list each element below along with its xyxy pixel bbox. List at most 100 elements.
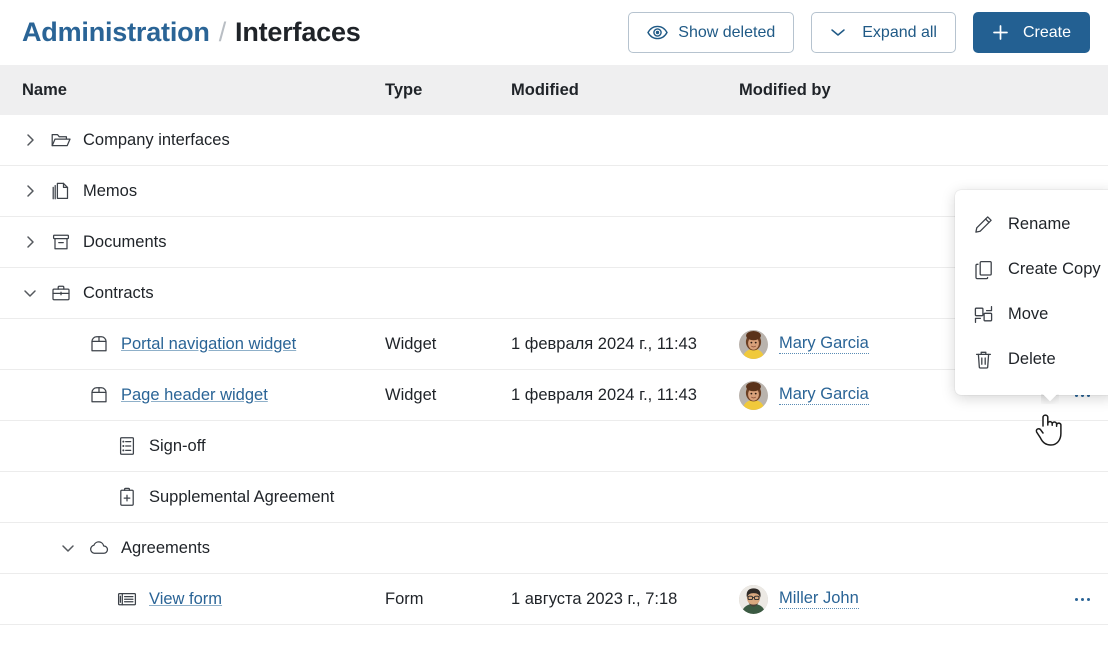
clipboard-plus-icon [116,486,138,508]
row-label[interactable]: Portal navigation widget [121,335,296,354]
show-deleted-label: Show deleted [678,23,776,41]
row-name-cell: Sign-off [0,435,385,457]
tree-toggle-placeholder [60,387,76,403]
row-modified-by: Miller John [739,584,1056,614]
row-modified: 1 февраля 2024 г., 11:43 [511,334,697,353]
widget-box-icon [88,384,110,406]
move-icon [973,304,994,325]
tree-toggle-placeholder [88,489,104,505]
avatar [739,329,768,359]
tree-toggle-collapsed-icon[interactable] [22,132,38,148]
row-actions-menu-button[interactable] [1074,597,1090,601]
row-label: Agreements [121,538,210,557]
column-header-type[interactable]: Type [385,81,511,100]
table-row[interactable]: Page header widget Widget 1 февраля 2024 г… [0,370,1108,421]
column-header-name[interactable]: Name [0,81,385,100]
tree-toggle-placeholder [88,438,104,454]
table-row[interactable]: Contracts [0,268,1108,319]
table-row[interactable]: Documents [0,217,1108,268]
row-type: Widget [385,385,437,404]
tree-toggle-expanded-icon[interactable] [60,540,76,556]
interfaces-table: Name Type Modified Modified by Company i… [0,65,1108,625]
tree-toggle-collapsed-icon[interactable] [22,183,38,199]
context-menu-item-label: Rename [1008,215,1071,233]
row-type: Widget [385,334,437,353]
cloud-icon [88,537,110,559]
breadcrumb-separator: / [218,17,227,47]
row-type: Form [385,589,424,608]
expand-all-button[interactable]: Expand all [811,12,956,53]
pencil-icon [973,214,994,235]
row-label: Memos [83,181,138,200]
context-menu-item-delete[interactable]: Delete [955,337,1108,382]
table-row[interactable]: Portal navigation widget Widget 1 февраля … [0,319,1108,370]
table-body: Company interfaces Memos Documents Contract… [0,115,1108,625]
copy-icon [973,259,994,280]
chevron-down-icon [830,27,846,38]
row-name-cell: Page header widget [0,384,385,406]
tree-toggle-placeholder [60,336,76,352]
expand-all-label: Expand all [862,23,937,41]
breadcrumb-link-administration[interactable]: Administration [22,17,210,48]
user-link[interactable]: Mary Garcia [779,385,869,405]
page-header: Administration / Interfaces Show deleted… [0,0,1108,65]
table-row[interactable]: Supplemental Agreement [0,472,1108,523]
create-button[interactable]: Create [972,12,1090,53]
context-menu-item-label: Create Copy [1008,260,1101,278]
row-name-cell: Company interfaces [0,129,385,151]
context-menu-item-label: Move [1008,305,1049,323]
row-name-cell: Documents [0,231,385,253]
column-header-modified[interactable]: Modified [511,81,739,100]
archive-box-icon [50,231,72,253]
plus-icon [992,24,1009,41]
checklist-icon [116,435,138,457]
user-link[interactable]: Mary Garcia [779,334,869,354]
user-link[interactable]: Miller John [779,589,859,609]
table-row[interactable]: Company interfaces [0,115,1108,166]
context-menu-pointer [1041,394,1059,404]
row-name-cell: Portal navigation widget [0,333,385,355]
trash-icon [973,349,994,370]
row-actions-cell [1056,597,1108,601]
page-title: Interfaces [235,17,361,47]
row-label[interactable]: View form [149,590,222,609]
row-modified: 1 февраля 2024 г., 11:43 [511,385,697,404]
briefcase-icon [50,282,72,304]
row-name-cell: Supplemental Agreement [0,486,385,508]
eye-icon [647,25,669,40]
row-name-cell: View form [0,588,385,610]
table-row[interactable]: Memos [0,166,1108,217]
row-label: Documents [83,232,167,251]
breadcrumb: Administration / Interfaces [22,17,361,48]
row-name-cell: Contracts [0,282,385,304]
table-header-row: Name Type Modified Modified by [0,65,1108,115]
row-name-cell: Agreements [0,537,385,559]
widget-box-icon [88,333,110,355]
row-modified: 1 августа 2023 г., 7:18 [511,589,678,608]
tree-toggle-expanded-icon[interactable] [22,285,38,301]
tree-toggle-placeholder [88,591,104,607]
table-row[interactable]: View form Form 1 августа 2023 г., 7:18 Mill… [0,574,1108,625]
context-menu-item-label: Delete [1008,350,1056,368]
form-view-icon [116,588,138,610]
show-deleted-button[interactable]: Show deleted [628,12,795,53]
folder-open-icon [50,129,72,151]
row-name-cell: Memos [0,180,385,202]
row-label: Sign-off [149,436,206,455]
row-label: Contracts [83,283,154,302]
context-menu-item-rename[interactable]: Rename [955,202,1108,247]
create-label: Create [1022,23,1071,41]
avatar [739,380,768,410]
row-label[interactable]: Page header widget [121,386,268,405]
row-label: Supplemental Agreement [149,487,335,506]
copy-pages-icon [50,180,72,202]
row-label: Company interfaces [83,130,230,149]
table-row[interactable]: Sign-off [0,421,1108,472]
avatar [739,584,768,614]
table-row[interactable]: Agreements [0,523,1108,574]
tree-toggle-collapsed-icon[interactable] [22,234,38,250]
context-menu-item-create-copy[interactable]: Create Copy [955,247,1108,292]
column-header-modified-by[interactable]: Modified by [739,81,1056,100]
context-menu-item-move[interactable]: Move [955,292,1108,337]
context-menu: Rename Create Copy Move Delete [955,190,1108,395]
